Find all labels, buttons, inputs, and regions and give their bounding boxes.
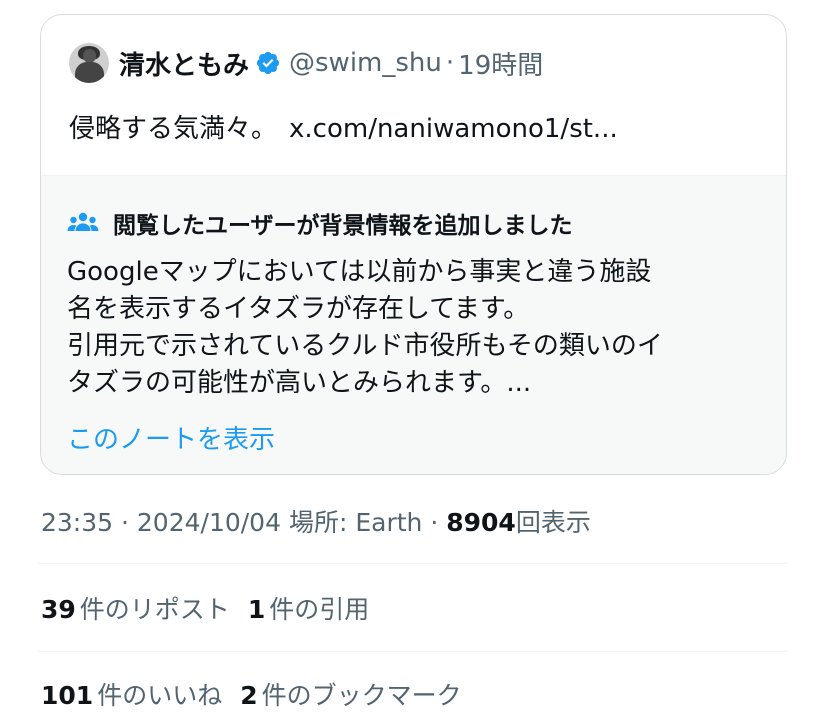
post-date[interactable]: 2024/10/04 (137, 508, 281, 537)
likes-label: 件のいいね (97, 681, 223, 710)
post-location: 場所: Earth (288, 508, 423, 537)
quotes-stat[interactable]: 1 件の引用 (248, 590, 369, 626)
note-line: タズラの可能性が高いとみられます。... (67, 368, 532, 398)
separator-dot: · (445, 48, 455, 78)
stats-row-likes: 101 件のいいね 2 件のブックマーク (41, 676, 462, 712)
stats-row-reposts: 39 件のリポスト 1 件の引用 (41, 590, 369, 626)
post-timestamp[interactable]: 23:35 (41, 508, 113, 537)
quoted-tweet-author: 清水ともみ @swim_shu · 19時間 (69, 41, 543, 85)
display-name[interactable]: 清水ともみ (119, 45, 249, 82)
reposts-count: 39 (41, 595, 76, 624)
note-line: Googleマップにおいては以前から事実と違う施設 (67, 257, 652, 287)
separator-dot: · (430, 508, 439, 537)
reposts-stat[interactable]: 39 件のリポスト (41, 590, 230, 626)
show-note-link[interactable]: このノートを表示 (67, 419, 275, 456)
divider (38, 563, 788, 564)
people-icon (67, 212, 99, 231)
avatar[interactable] (69, 43, 109, 83)
views-count: 8904 (446, 508, 516, 537)
divider (38, 651, 788, 652)
community-note-title: 閲覧したユーザーが背景情報を追加しました (113, 213, 573, 239)
community-note-body: Googleマップにおいては以前から事実と違う施設 名を表示するイタズラが存在し… (67, 254, 767, 402)
verified-badge-icon (256, 51, 280, 75)
likes-stat[interactable]: 101 件のいいね (41, 676, 222, 712)
views-label: 回表示 (515, 508, 591, 537)
quoted-tweet-text: 侵略する気満々。 x.com/naniwamono1/st... (69, 108, 618, 145)
tweet-link[interactable]: x.com/naniwamono1/st... (289, 114, 618, 144)
user-handle[interactable]: @swim_shu (289, 48, 442, 78)
quotes-count: 1 (247, 595, 266, 624)
quotes-label: 件の引用 (269, 595, 370, 624)
community-note-header: 閲覧したユーザーが背景情報を追加しました (67, 206, 573, 240)
post-meta: 23:35 · 2024/10/04 場所: Earth · 8904回表示 (41, 503, 591, 539)
bookmarks-stat[interactable]: 2 件のブックマーク (240, 676, 461, 712)
bookmarks-count: 2 (240, 681, 258, 710)
quoted-tweet-card[interactable]: 清水ともみ @swim_shu · 19時間 侵略する気満々。 x.com/nan… (40, 14, 787, 475)
tweet-body: 侵略する気満々。 (69, 114, 278, 144)
note-line: 名を表示するイタズラが存在してます。 (67, 294, 530, 324)
likes-count: 101 (41, 681, 94, 710)
bookmarks-label: 件のブックマーク (261, 681, 462, 710)
separator-dot: · (121, 508, 129, 537)
post-time[interactable]: 19時間 (458, 45, 543, 82)
note-line: 引用元で示されているクルド市役所もその類いのイ (67, 331, 663, 361)
community-note[interactable]: 閲覧したユーザーが背景情報を追加しました Googleマップにおいては以前から事… (41, 175, 786, 474)
reposts-label: 件のリポスト (79, 595, 230, 624)
